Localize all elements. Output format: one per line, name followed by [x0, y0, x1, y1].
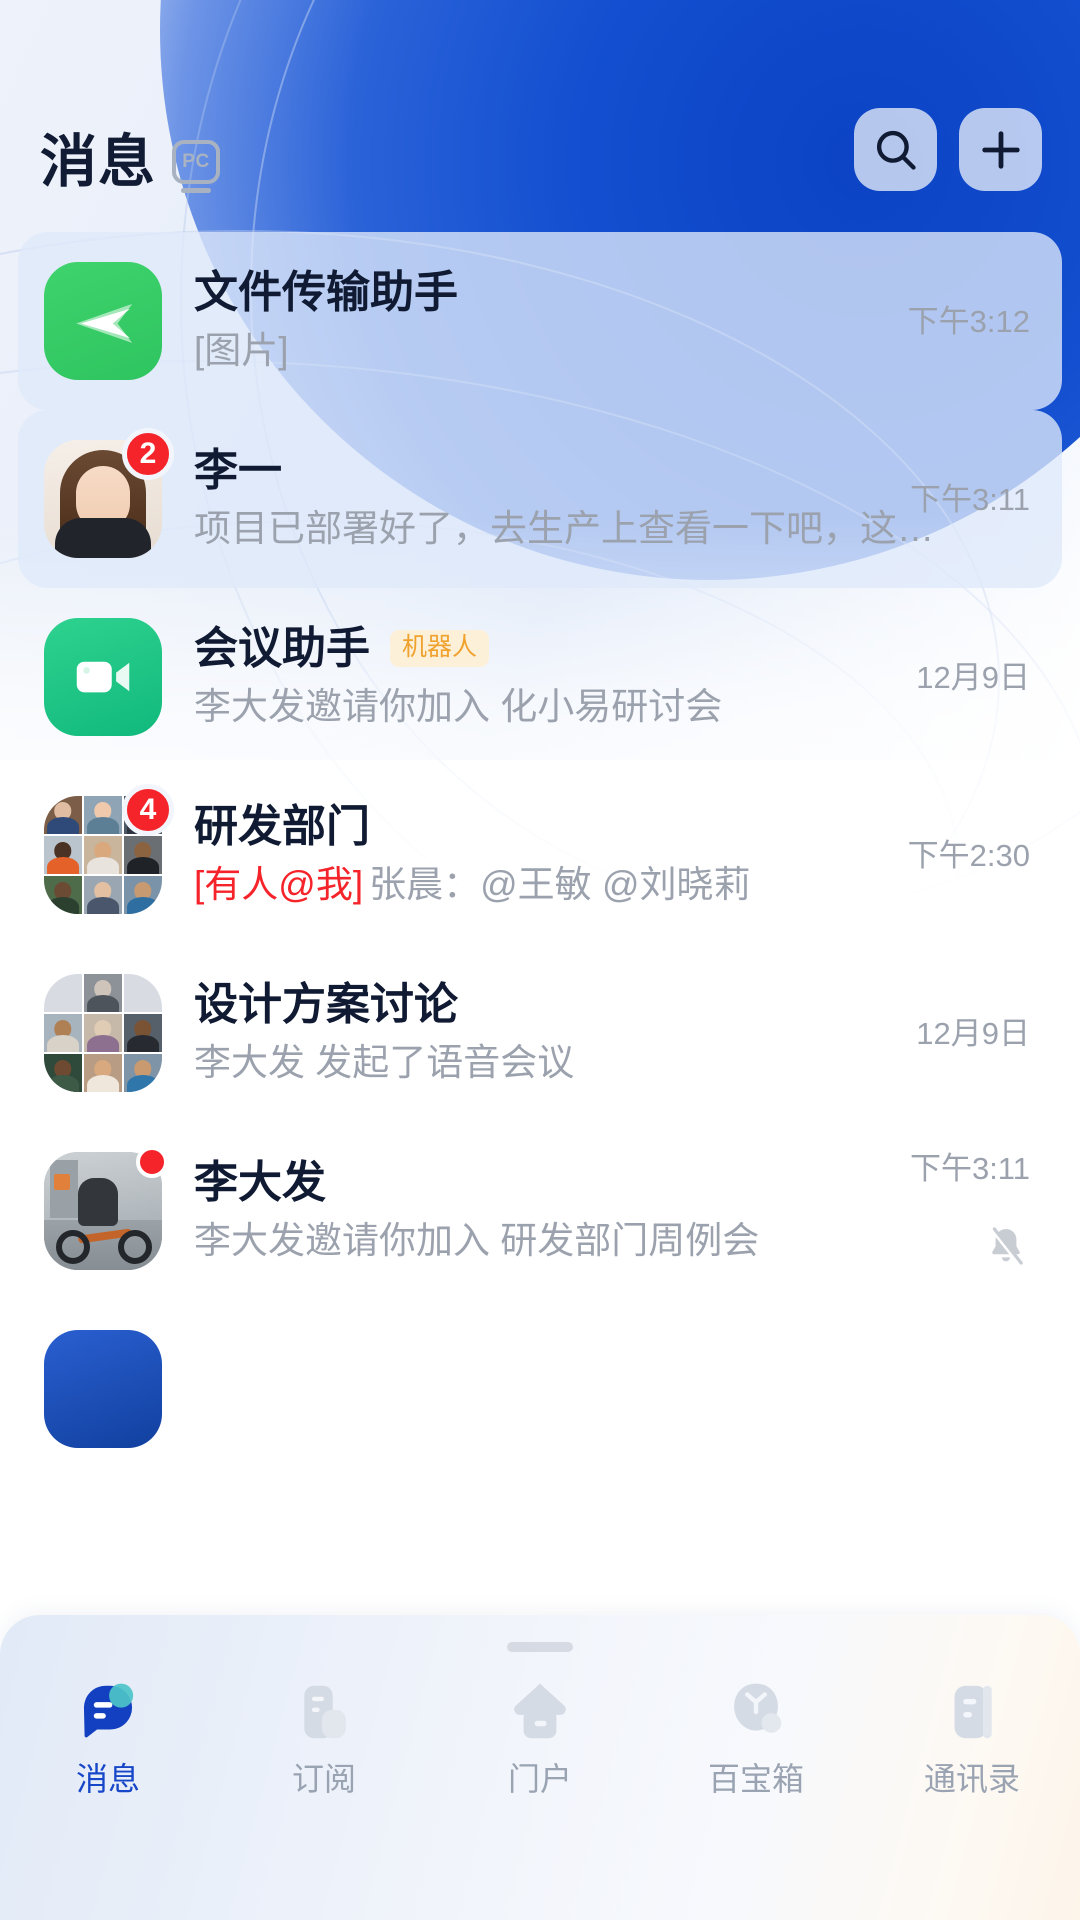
mention-flag: [有人@我] — [194, 863, 364, 905]
pc-status-icon[interactable]: PC — [172, 139, 220, 184]
title-group: 消息 PC — [40, 134, 220, 191]
chat-preview: 张晨：@王敏 @刘晓莉 — [369, 863, 751, 905]
chat-name: 设计方案讨论 — [194, 979, 458, 1029]
chat-meta: 12月9日 — [800, 944, 1030, 1122]
chat-timestamp: 下午3:11 — [909, 481, 1030, 517]
portrait-body — [55, 518, 151, 558]
file-transfer-icon — [44, 262, 162, 380]
tab-label: 消息 — [75, 1761, 140, 1797]
group-member-photo — [124, 1054, 162, 1092]
chat-name: 研发部门 — [194, 801, 370, 851]
toolbox-icon — [721, 1677, 791, 1747]
group-member-photo — [44, 836, 82, 874]
chat-timestamp: 12月9日 — [916, 1015, 1030, 1051]
group-member-photo — [84, 836, 122, 874]
motorcycle-wheel — [118, 1230, 152, 1264]
plus-icon — [976, 125, 1026, 175]
photo-sign — [54, 1174, 70, 1190]
drag-handle[interactable] — [507, 1642, 573, 1652]
group-member-photo — [84, 1014, 122, 1052]
tab-messages[interactable]: 消息 — [0, 1677, 216, 1795]
group-member-photo — [44, 796, 82, 834]
avatar — [44, 974, 162, 1092]
chat-name: 文件传输助手 — [194, 267, 458, 317]
paper-plane-icon — [76, 303, 133, 343]
group-member-photo — [124, 836, 162, 874]
chat-meta: 下午3:11 — [800, 410, 1030, 588]
chat-bubble-icon — [73, 1677, 143, 1747]
chat-list-item[interactable]: 李大发 李大发邀请你加入 研发部门周例会 下午3:11 — [18, 1122, 1062, 1300]
unread-badge: 2 — [122, 428, 174, 480]
group-avatar — [44, 974, 162, 1092]
group-member-photo — [84, 876, 122, 914]
chat-list-item[interactable]: 会议助手 机器人 李大发邀请你加入 化小易研讨会 12月9日 — [18, 588, 1062, 766]
tab-label: 门户 — [507, 1761, 572, 1797]
messages-screen: 消息 PC 文件传输助手 [图片] 下午3:12 2 李一 项目已部署好了，去生… — [0, 0, 1080, 1920]
chat-meta: 下午2:30 — [800, 766, 1030, 944]
group-member-photo — [44, 1054, 82, 1092]
chat-meta: 12月9日 — [800, 588, 1030, 766]
chat-meta: 下午3:11 — [800, 1122, 1030, 1300]
chat-timestamp: 下午3:12 — [907, 303, 1030, 339]
chat-list-item[interactable]: 2 李一 项目已部署好了，去生产上查看一下吧，这… 下午3:11 — [18, 410, 1062, 588]
group-avatar-grid — [44, 974, 162, 1092]
avatar: 2 — [44, 428, 174, 558]
unread-badge: 4 — [122, 784, 174, 836]
chat-name: 李一 — [194, 445, 282, 495]
chat-meta: 下午3:12 — [800, 232, 1030, 410]
group-avatar-blank — [124, 974, 162, 1012]
group-member-photo — [44, 876, 82, 914]
avatar — [44, 262, 162, 380]
search-button[interactable] — [854, 108, 937, 191]
avatar: 4 — [44, 784, 174, 914]
chat-name: 会议助手 — [194, 623, 370, 673]
contacts-icon — [937, 1677, 1007, 1747]
chat-timestamp: 下午2:30 — [907, 837, 1030, 873]
chat-list-item[interactable]: 设计方案讨论 李大发 发起了语音会议 12月9日 — [18, 944, 1062, 1122]
group-member-photo — [84, 1054, 122, 1092]
avatar — [44, 1330, 162, 1448]
group-member-photo — [84, 796, 122, 834]
group-member-photo — [44, 1014, 82, 1052]
group-member-photo — [124, 876, 162, 914]
tab-subscriptions[interactable]: 订阅 — [216, 1677, 432, 1795]
chat-timestamp: 12月9日 — [916, 659, 1030, 695]
header-actions — [854, 108, 1042, 191]
page-title: 消息 — [40, 130, 156, 194]
tab-portal[interactable]: 门户 — [432, 1677, 648, 1795]
bell-muted-icon — [990, 1226, 1023, 1266]
chat-list-item-partial[interactable] — [18, 1300, 1062, 1478]
photo-rider — [78, 1178, 118, 1226]
chat-list[interactable]: 文件传输助手 [图片] 下午3:12 2 李一 项目已部署好了，去生产上查看一下… — [0, 232, 1080, 1632]
search-icon — [871, 125, 921, 175]
subscribe-icon — [289, 1677, 359, 1747]
meeting-assistant-icon — [44, 618, 162, 736]
avatar — [44, 1146, 168, 1270]
tab-toolbox[interactable]: 百宝箱 — [648, 1677, 864, 1795]
group-avatar-blank — [44, 974, 82, 1012]
tab-items: 消息 订阅 门户 百宝箱 通讯录 — [0, 1677, 1080, 1795]
group-member-photo — [124, 1014, 162, 1052]
chat-name: 李大发 — [194, 1157, 326, 1207]
chat-list-item[interactable]: 4 研发部门 [有人@我] 张晨：@王敏 @刘晓莉 下午2:30 — [18, 766, 1062, 944]
tab-label: 百宝箱 — [707, 1761, 804, 1797]
motorcycle-wheel — [56, 1230, 90, 1264]
group-member-photo — [84, 974, 122, 1012]
tab-contacts[interactable]: 通讯录 — [864, 1677, 1080, 1795]
avatar — [44, 618, 162, 736]
portal-home-icon — [505, 1677, 575, 1747]
tab-label: 通讯录 — [923, 1761, 1020, 1797]
bottom-tab-bar: 消息 订阅 门户 百宝箱 通讯录 — [0, 1615, 1080, 1920]
add-button[interactable] — [959, 108, 1042, 191]
tab-label: 订阅 — [291, 1761, 356, 1797]
chat-timestamp: 下午3:11 — [909, 1150, 1030, 1186]
chat-list-item[interactable]: 文件传输助手 [图片] 下午3:12 — [18, 232, 1062, 410]
video-camera-icon — [76, 661, 130, 693]
page-header: 消息 PC — [0, 0, 1080, 225]
unread-dot-badge — [136, 1146, 168, 1178]
mute-indicator — [982, 1224, 1030, 1270]
contact-avatar — [44, 1330, 162, 1448]
bot-tag: 机器人 — [390, 630, 490, 668]
